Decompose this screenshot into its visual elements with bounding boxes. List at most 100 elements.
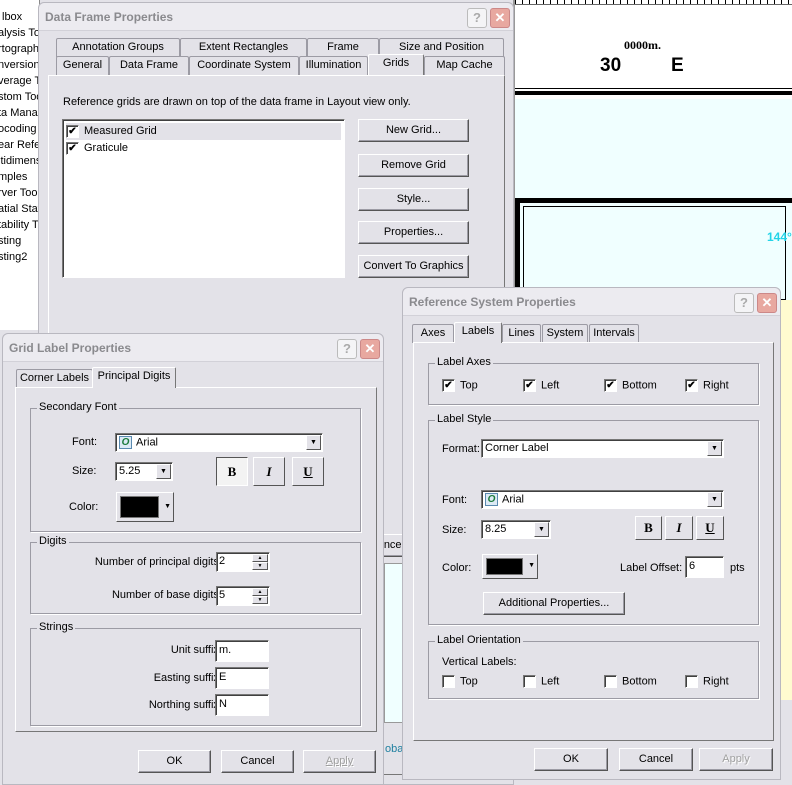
- close-button[interactable]: ✕: [360, 339, 380, 359]
- toolbox-item[interactable]: sting: [0, 233, 39, 249]
- cancel-button[interactable]: Cancel: [221, 750, 294, 773]
- italic-button[interactable]: I: [665, 516, 693, 540]
- toolbox-item[interactable]: mples: [0, 169, 39, 185]
- checkbox-bottom[interactable]: ✔ Bottom: [604, 379, 657, 392]
- checkbox-left[interactable]: ✔ Left: [523, 379, 559, 392]
- chevron-down-icon[interactable]: ▼: [707, 492, 722, 507]
- checkbox-top[interactable]: Top: [442, 675, 478, 688]
- apply-button[interactable]: Apply: [699, 748, 773, 771]
- size-dropdown[interactable]: 8.25 ▼: [481, 520, 551, 539]
- chevron-down-icon[interactable]: ▼: [156, 464, 171, 479]
- checkbox-box[interactable]: [523, 675, 536, 688]
- toolbox-item[interactable]: ocoding: [0, 121, 39, 137]
- help-button[interactable]: ?: [734, 293, 754, 313]
- tab-coordinate-system[interactable]: Coordinate System: [189, 56, 299, 75]
- bold-button[interactable]: B: [216, 457, 248, 486]
- label-offset-input[interactable]: 6: [685, 556, 724, 578]
- checkbox-right[interactable]: ✔ Right: [685, 379, 729, 392]
- toolbox-item[interactable]: rtograph: [0, 41, 39, 57]
- cancel-button[interactable]: Cancel: [619, 748, 693, 771]
- title-bar[interactable]: Data Frame Properties ? ✕: [39, 3, 513, 31]
- checkbox-box[interactable]: ✔: [442, 379, 455, 392]
- font-dropdown[interactable]: O Arial ▼: [481, 490, 724, 509]
- style-button[interactable]: Style...: [358, 188, 469, 211]
- toolbox-item[interactable]: rver Too: [0, 185, 39, 201]
- tab-extent-rectangles[interactable]: Extent Rectangles: [180, 38, 307, 57]
- checkbox-box[interactable]: ✔: [523, 379, 536, 392]
- tab-grids[interactable]: Grids: [368, 54, 424, 75]
- grid-checkbox[interactable]: ✔: [66, 124, 84, 138]
- toolbox-list[interactable]: lbox alysis To rtograph nversion verage Tsto…: [0, 0, 40, 330]
- layout-view[interactable]: 0000m. 30 E 144°: [513, 0, 792, 300]
- grids-list[interactable]: ✔ Measured Grid ✔ Graticule: [62, 119, 345, 278]
- chevron-down-icon[interactable]: ▼: [707, 441, 722, 456]
- tab-labels[interactable]: Labels: [454, 322, 502, 343]
- checkbox-left[interactable]: Left: [523, 675, 559, 688]
- toolbox-item[interactable]: tability T: [0, 217, 39, 233]
- toolbox-item[interactable]: stom Too: [0, 89, 39, 105]
- base-digits-stepper[interactable]: 5 ▲ ▼: [216, 586, 270, 606]
- help-button[interactable]: ?: [337, 339, 357, 359]
- close-button[interactable]: ✕: [490, 8, 510, 28]
- spin-down-button[interactable]: ▼: [252, 562, 268, 570]
- checkbox-box[interactable]: [442, 675, 455, 688]
- checkbox-box[interactable]: ✔: [604, 379, 617, 392]
- tab-map-cache[interactable]: Map Cache: [424, 56, 505, 75]
- unit-suffix-input[interactable]: m.: [215, 640, 269, 662]
- help-button[interactable]: ?: [467, 8, 487, 28]
- spin-up-button[interactable]: ▲: [252, 588, 268, 596]
- toolbox-item[interactable]: sting2: [0, 249, 39, 265]
- chevron-down-icon[interactable]: ▼: [534, 522, 549, 537]
- checkbox-box[interactable]: [685, 675, 698, 688]
- chevron-down-icon[interactable]: ▼: [306, 435, 321, 450]
- easting-suffix-input[interactable]: E: [215, 667, 269, 689]
- grid-list-item[interactable]: ✔ Graticule: [66, 140, 341, 157]
- tab-data-frame[interactable]: Data Frame: [109, 56, 189, 75]
- checkbox-top[interactable]: ✔ Top: [442, 379, 478, 392]
- toolbox-item[interactable]: lbox: [2, 9, 39, 25]
- apply-button[interactable]: Apply: [303, 750, 376, 773]
- color-picker[interactable]: ▼: [116, 492, 174, 522]
- grid-list-item[interactable]: ✔ Measured Grid: [66, 123, 341, 140]
- northing-suffix-input[interactable]: N: [215, 694, 269, 716]
- italic-button[interactable]: I: [253, 457, 285, 486]
- remove-grid-button[interactable]: Remove Grid: [358, 154, 469, 177]
- size-dropdown[interactable]: 5.25 ▼: [115, 462, 173, 481]
- color-picker[interactable]: ▼: [482, 554, 538, 579]
- tab-annotation-groups[interactable]: Annotation Groups: [56, 38, 180, 57]
- ok-button[interactable]: OK: [138, 750, 211, 773]
- properties-button[interactable]: Properties...: [358, 221, 469, 244]
- underline-button[interactable]: U: [292, 457, 324, 486]
- checkbox-box[interactable]: [604, 675, 617, 688]
- tab-lines[interactable]: Lines: [502, 324, 541, 343]
- tab-illumination[interactable]: Illumination: [299, 56, 368, 75]
- toolbox-item[interactable]: atial Stat: [0, 201, 39, 217]
- spin-up-button[interactable]: ▲: [252, 554, 268, 562]
- toolbox-item[interactable]: ear Refe: [0, 137, 39, 153]
- ok-button[interactable]: OK: [534, 748, 608, 771]
- spin-down-button[interactable]: ▼: [252, 596, 268, 604]
- format-dropdown[interactable]: Corner Label ▼: [481, 439, 724, 458]
- toolbox-item[interactable]: ltidimens: [0, 153, 39, 169]
- tab-principal-digits[interactable]: Principal Digits: [92, 367, 176, 388]
- bold-button[interactable]: B: [635, 516, 662, 540]
- additional-properties-button[interactable]: Additional Properties...: [483, 592, 625, 615]
- grid-checkbox[interactable]: ✔: [66, 141, 84, 155]
- font-dropdown[interactable]: O Arial ▼: [115, 433, 323, 452]
- tab-intervals[interactable]: Intervals: [589, 324, 639, 343]
- checkbox-box[interactable]: ✔: [685, 379, 698, 392]
- close-button[interactable]: ✕: [757, 293, 777, 313]
- checkbox-bottom[interactable]: Bottom: [604, 675, 657, 688]
- tab-general[interactable]: General: [56, 56, 109, 75]
- principal-digits-stepper[interactable]: 2 ▲ ▼: [216, 552, 270, 572]
- tab-corner-labels[interactable]: Corner Labels: [16, 369, 93, 388]
- tab-axes[interactable]: Axes: [412, 324, 454, 343]
- convert-to-graphics-button[interactable]: Convert To Graphics: [358, 255, 469, 278]
- toolbox-item[interactable]: alysis To: [0, 25, 39, 41]
- title-bar[interactable]: Grid Label Properties ? ✕: [3, 334, 383, 362]
- toolbox-item[interactable]: nversion: [0, 57, 39, 73]
- checkbox-right[interactable]: Right: [685, 675, 729, 688]
- new-grid-button[interactable]: New Grid...: [358, 119, 469, 142]
- tab-system[interactable]: System: [542, 324, 588, 343]
- underline-button[interactable]: U: [696, 516, 724, 540]
